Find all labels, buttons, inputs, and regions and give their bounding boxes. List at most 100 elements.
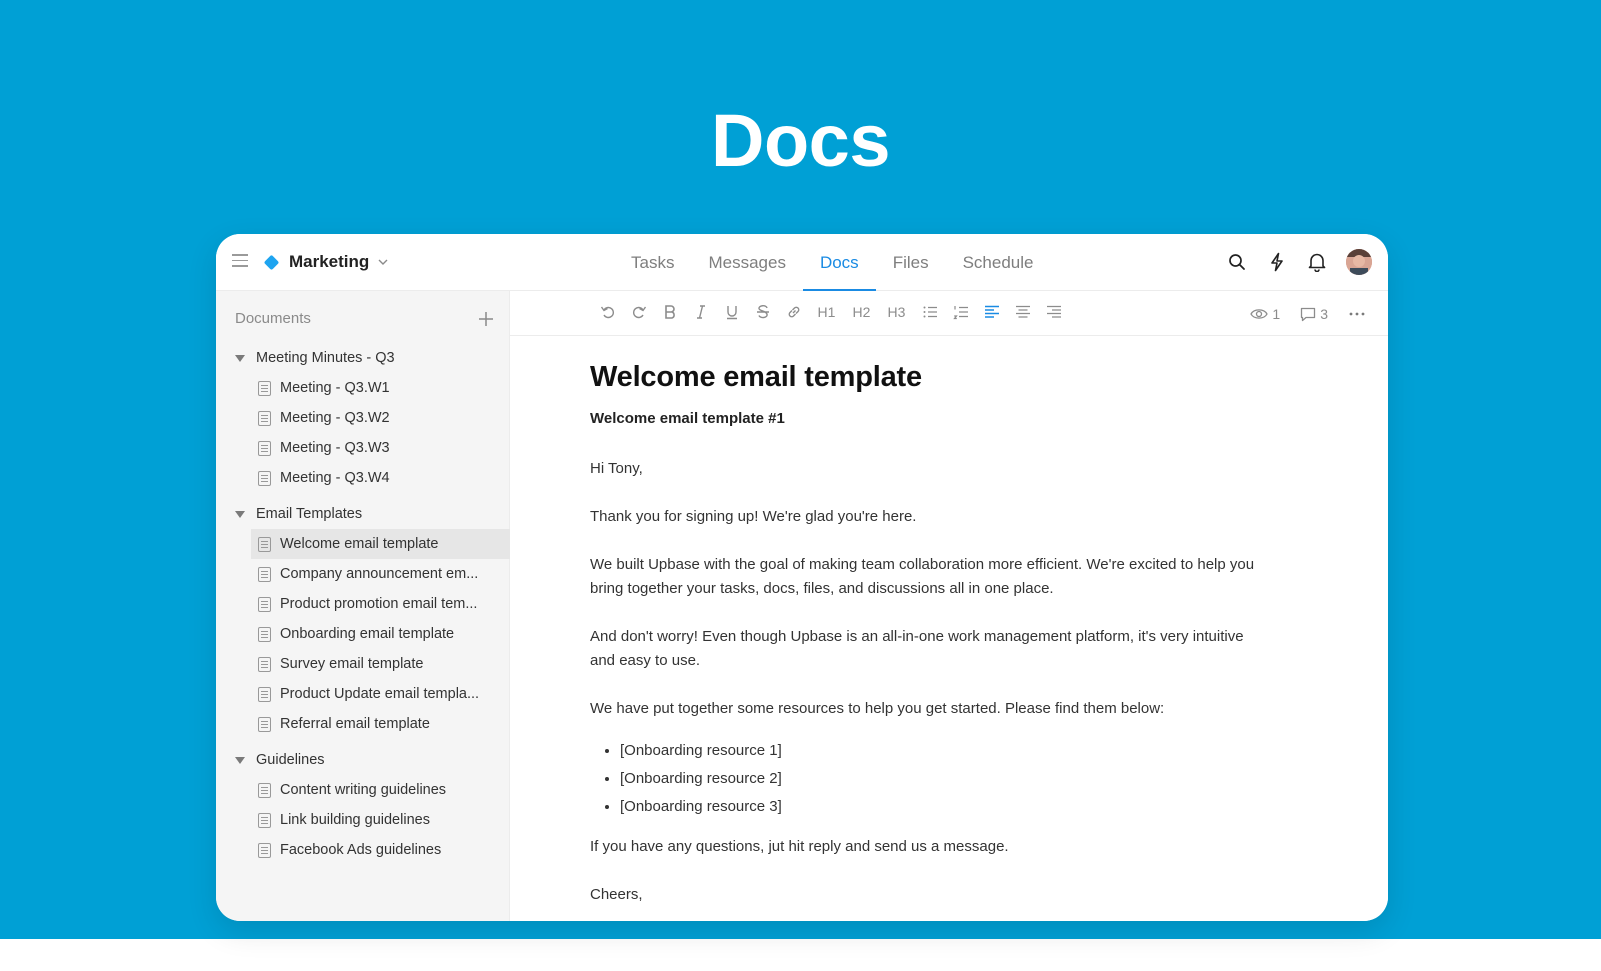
- project-switcher[interactable]: Marketing: [263, 250, 389, 274]
- undo-icon[interactable]: [592, 301, 623, 323]
- folder-email-templates[interactable]: Email Templates: [216, 499, 510, 529]
- caret-down-icon: [235, 510, 245, 518]
- sidebar-title: Documents: [235, 310, 311, 327]
- underline-icon[interactable]: [716, 301, 747, 323]
- align-right-icon[interactable]: [1038, 301, 1069, 323]
- doc-item-selected[interactable]: Welcome email template: [251, 529, 510, 559]
- document-icon: [258, 626, 271, 642]
- document-icon: [258, 596, 271, 612]
- document-icon: [258, 842, 271, 858]
- doc-item[interactable]: Onboarding email template: [216, 619, 510, 649]
- doc-item[interactable]: Link building guidelines: [216, 805, 510, 835]
- doc-item[interactable]: Product promotion email tem...: [216, 589, 510, 619]
- doc-item[interactable]: Company announcement em...: [216, 559, 510, 589]
- tab-docs[interactable]: Docs: [802, 234, 876, 292]
- nav-tabs: Tasks Messages Docs Files Schedule: [614, 234, 1051, 292]
- strikethrough-icon[interactable]: [747, 301, 778, 323]
- doc-item[interactable]: Product Update email templa...: [216, 679, 510, 709]
- doc-item[interactable]: Facebook Ads guidelines: [216, 835, 510, 865]
- app-window: Marketing Tasks Messages Docs Files Sche…: [216, 234, 1388, 921]
- folder-label: Email Templates: [256, 506, 363, 522]
- top-bar: Marketing Tasks Messages Docs Files Sche…: [216, 234, 1388, 292]
- format-toolbar: H1 H2 H3 1 3: [510, 291, 1388, 336]
- bolt-icon[interactable]: [1266, 251, 1288, 273]
- comment-icon: [1301, 307, 1316, 321]
- closing-paragraph[interactable]: Cheers,: [590, 883, 1270, 907]
- format-tools: H1 H2 H3: [592, 301, 1069, 323]
- tab-tasks[interactable]: Tasks: [614, 234, 691, 291]
- link-icon[interactable]: [778, 301, 809, 323]
- comments-count: 3: [1320, 306, 1328, 322]
- caret-down-icon: [235, 756, 245, 764]
- list-item[interactable]: [Onboarding resource 2]: [620, 765, 1270, 793]
- document-title[interactable]: Welcome email template: [590, 361, 1270, 394]
- align-left-icon[interactable]: [976, 301, 1007, 323]
- folder-guidelines[interactable]: Guidelines: [216, 745, 510, 775]
- heading2-button[interactable]: H2: [844, 301, 879, 323]
- doc-label: Survey email template: [280, 656, 424, 672]
- document-icon: [258, 812, 271, 828]
- paragraph[interactable]: Thank you for signing up! We're glad you…: [590, 505, 1270, 529]
- paragraph[interactable]: If you have any questions, jut hit reply…: [590, 835, 1270, 859]
- avatar[interactable]: [1346, 249, 1372, 275]
- align-center-icon[interactable]: [1007, 301, 1038, 323]
- bullet-list-icon[interactable]: [914, 301, 945, 323]
- document-icon: [258, 656, 271, 672]
- doc-item[interactable]: Referral email template: [216, 709, 510, 739]
- project-diamond-icon: [263, 254, 280, 270]
- viewers-indicator[interactable]: 1: [1250, 306, 1280, 322]
- bell-icon[interactable]: [1306, 251, 1328, 273]
- document-icon: [258, 470, 271, 486]
- hero-title: Docs: [711, 99, 890, 182]
- greeting-paragraph[interactable]: Hi Tony,: [590, 457, 1270, 481]
- doc-item[interactable]: Meeting - Q3.W1: [216, 373, 510, 403]
- folder-label: Meeting Minutes - Q3: [256, 350, 395, 366]
- doc-item[interactable]: Content writing guidelines: [216, 775, 510, 805]
- search-icon[interactable]: [1226, 251, 1248, 273]
- doc-item[interactable]: Meeting - Q3.W4: [216, 463, 510, 493]
- italic-icon[interactable]: [685, 301, 716, 323]
- tab-files[interactable]: Files: [876, 234, 946, 291]
- doc-label: Referral email template: [280, 716, 430, 732]
- bold-icon[interactable]: [654, 301, 685, 323]
- viewers-count: 1: [1272, 306, 1281, 322]
- heading3-button[interactable]: H3: [879, 301, 914, 323]
- heading1-button[interactable]: H1: [809, 301, 844, 323]
- numbered-list-icon[interactable]: [945, 301, 976, 323]
- doc-label: Meeting - Q3.W4: [280, 470, 390, 486]
- caret-down-icon: [235, 354, 245, 362]
- doc-label: Company announcement em...: [280, 566, 479, 582]
- document-subtitle[interactable]: Welcome email template #1: [590, 410, 1270, 427]
- doc-label: Content writing guidelines: [280, 782, 447, 798]
- doc-item[interactable]: Meeting - Q3.W2: [216, 403, 510, 433]
- doc-item[interactable]: Meeting - Q3.W3: [216, 433, 510, 463]
- resource-list: [Onboarding resource 1] [Onboarding reso…: [590, 737, 1270, 821]
- list-item[interactable]: [Onboarding resource 3]: [620, 793, 1270, 821]
- doc-label: Meeting - Q3.W2: [280, 410, 390, 426]
- tab-schedule[interactable]: Schedule: [946, 234, 1051, 291]
- project-name: Marketing: [289, 252, 370, 271]
- more-options-icon[interactable]: [1348, 311, 1370, 317]
- doc-label: Meeting - Q3.W3: [280, 440, 390, 456]
- doc-label: Product promotion email tem...: [280, 596, 478, 612]
- doc-label: Link building guidelines: [280, 812, 430, 828]
- comments-indicator[interactable]: 3: [1300, 306, 1328, 322]
- folder-label: Guidelines: [256, 752, 325, 768]
- doc-meta: 1 3: [1230, 303, 1370, 325]
- add-document-icon[interactable]: [477, 310, 495, 328]
- redo-icon[interactable]: [623, 301, 654, 323]
- folder-meeting-minutes[interactable]: Meeting Minutes - Q3: [216, 343, 510, 373]
- list-item[interactable]: [Onboarding resource 1]: [620, 737, 1270, 765]
- document-content[interactable]: Welcome email template Welcome email tem…: [590, 361, 1270, 921]
- tab-messages[interactable]: Messages: [691, 234, 802, 291]
- document-icon: [258, 440, 271, 456]
- paragraph[interactable]: And don't worry! Even though Upbase is a…: [590, 625, 1270, 673]
- hamburger-menu-icon[interactable]: [232, 254, 248, 268]
- doc-item[interactable]: Survey email template: [216, 649, 510, 679]
- paragraph[interactable]: We have put together some resources to h…: [590, 697, 1270, 721]
- document-tree: Meeting Minutes - Q3 Meeting - Q3.W1 Mee…: [216, 343, 510, 865]
- doc-label: Product Update email templa...: [280, 686, 480, 702]
- document-icon: [258, 716, 271, 732]
- paragraph[interactable]: We built Upbase with the goal of making …: [590, 553, 1270, 601]
- doc-label: Facebook Ads guidelines: [280, 842, 442, 858]
